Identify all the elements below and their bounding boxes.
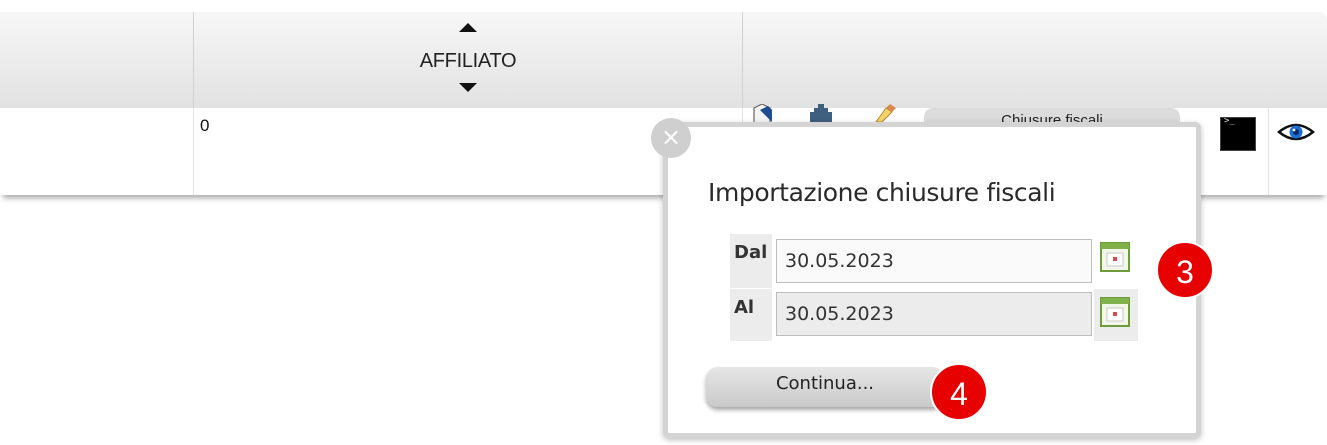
calendar-icon[interactable]	[1100, 242, 1130, 272]
header-cell-blank	[0, 12, 194, 108]
from-label: Dal	[734, 242, 768, 263]
to-label-cell: Al	[730, 289, 772, 341]
affiliato-value: 0	[200, 116, 210, 135]
step-badge-4: 4	[930, 363, 988, 421]
terminal-icon[interactable]	[1220, 116, 1256, 151]
pencil-icon[interactable]	[874, 104, 900, 122]
header-cell-actions	[743, 12, 1327, 108]
gear-icon[interactable]	[806, 104, 836, 122]
step-badge-3: 3	[1156, 241, 1214, 299]
continue-button[interactable]: Continua...	[706, 367, 944, 407]
table-header: AFFILIATO	[0, 12, 1327, 108]
from-date-field[interactable]: 30.05.2023	[776, 239, 1092, 283]
sort-down-icon[interactable]	[459, 83, 477, 92]
eye-icon[interactable]	[1277, 120, 1315, 144]
close-icon[interactable]: ×	[651, 118, 691, 158]
from-label-cell: Dal	[730, 234, 772, 288]
header-cell-affiliato[interactable]: AFFILIATO	[194, 12, 743, 108]
dialog-title: Importazione chiusure fiscali	[708, 178, 1056, 207]
column-header-affiliato[interactable]: AFFILIATO	[194, 50, 742, 73]
calendar-icon[interactable]	[1100, 297, 1130, 327]
table-cell	[0, 108, 194, 195]
sort-up-icon[interactable]	[459, 23, 477, 32]
document-icon[interactable]	[752, 104, 772, 122]
to-label: Al	[734, 297, 755, 318]
to-date-field[interactable]: 30.05.2023	[776, 292, 1092, 336]
